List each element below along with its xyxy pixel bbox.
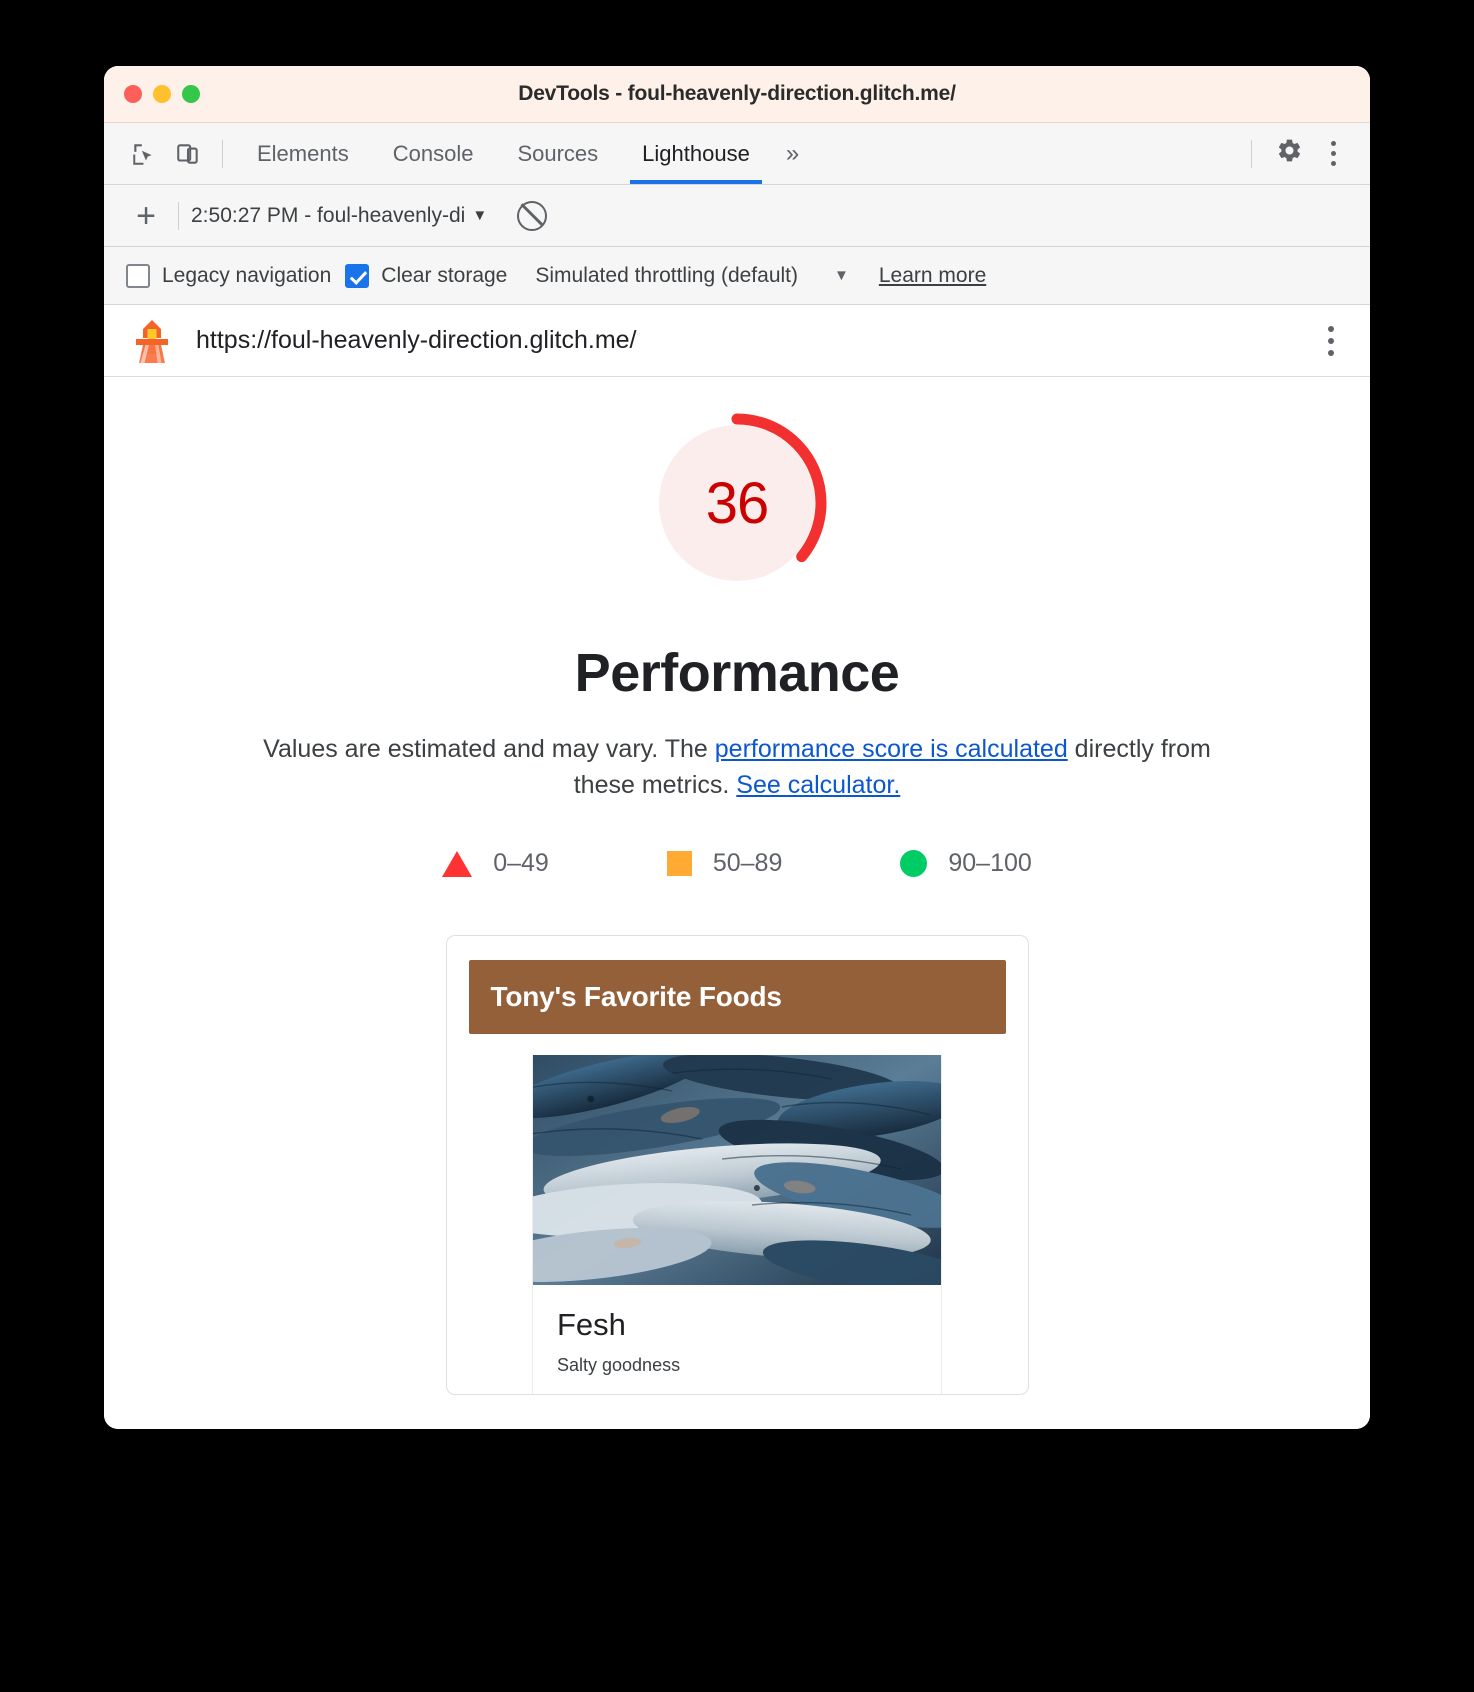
tabbar-right-divider xyxy=(1251,139,1252,168)
device-toolbar-icon[interactable] xyxy=(166,132,210,176)
learn-more-link[interactable]: Learn more xyxy=(879,264,986,288)
legacy-navigation-checkbox[interactable] xyxy=(126,263,150,288)
performance-score-calculated-link[interactable]: performance score is calculated xyxy=(715,735,1068,763)
final-screenshot-card: Tony's Favorite Foods Fesh Salty goodnes… xyxy=(445,935,1029,1395)
no-entry-icon[interactable] xyxy=(517,200,548,231)
tab-sources-label: Sources xyxy=(517,140,599,166)
food-card-body: Fesh Salty goodness xyxy=(533,1285,941,1394)
clear-storage-checkbox[interactable] xyxy=(345,263,370,288)
window-titlebar: DevTools - foul-heavenly-direction.glitc… xyxy=(104,66,1370,123)
window-title: DevTools - foul-heavenly-direction.glitc… xyxy=(518,82,956,105)
new-report-button[interactable]: + xyxy=(126,199,166,233)
legend-item-average: 50–89 xyxy=(666,849,783,878)
tabbar-divider xyxy=(222,139,223,168)
tab-sources[interactable]: Sources xyxy=(495,123,620,184)
score-value: 36 xyxy=(705,470,770,536)
score-legend: 0–49 50–89 90–100 xyxy=(104,849,1370,878)
kebab-dot xyxy=(1331,151,1336,156)
more-tabs-icon[interactable]: » xyxy=(772,140,813,168)
tab-elements-label: Elements xyxy=(257,140,349,166)
score-gauge-container: 36 xyxy=(104,377,1370,596)
legend-item-pass: 90–100 xyxy=(900,849,1032,878)
devtools-window: DevTools - foul-heavenly-direction.glitc… xyxy=(104,66,1370,1429)
report-select-dropdown[interactable]: 2:50:27 PM - foul-heavenly-di ▼ xyxy=(191,204,487,228)
tabbar-right-controls xyxy=(1239,137,1352,171)
fish-photo xyxy=(533,1055,941,1285)
legend-label-pass: 90–100 xyxy=(948,849,1032,877)
score-description: Values are estimated and may vary. The p… xyxy=(262,732,1212,803)
square-icon xyxy=(666,851,692,876)
report-select-value: 2:50:27 PM - foul-heavenly-di xyxy=(191,203,466,227)
performance-score-gauge[interactable]: 36 xyxy=(644,410,830,596)
legacy-navigation-option[interactable]: Legacy navigation xyxy=(126,263,332,288)
tab-console-label: Console xyxy=(392,140,474,166)
food-subtitle: Salty goodness xyxy=(557,1355,681,1375)
food-card: Fesh Salty goodness xyxy=(532,1055,942,1394)
food-title: Fesh xyxy=(557,1307,626,1342)
triangle-icon xyxy=(442,850,473,877)
lighthouse-run-bar: + 2:50:27 PM - foul-heavenly-di ▼ xyxy=(104,185,1370,247)
panel-tabs: Elements Console Sources Lighthouse » xyxy=(235,123,813,184)
tab-console[interactable]: Console xyxy=(371,123,496,184)
kebab-dot xyxy=(1328,337,1334,344)
legend-item-fail: 0–49 xyxy=(442,849,549,878)
legacy-navigation-label: Legacy navigation xyxy=(162,263,332,287)
see-calculator-link[interactable]: See calculator. xyxy=(736,771,900,799)
kebab-dot xyxy=(1331,141,1336,146)
runbar-divider xyxy=(178,201,179,230)
lighthouse-report-body: 36 Performance Values are estimated and … xyxy=(104,377,1370,1429)
circle-icon xyxy=(900,850,928,877)
devtools-tabbar: Elements Console Sources Lighthouse » xyxy=(104,123,1370,185)
inspect-cursor-icon[interactable] xyxy=(122,132,166,176)
clear-storage-option[interactable]: Clear storage xyxy=(345,263,508,288)
category-title: Performance xyxy=(574,643,900,703)
legend-label-average: 50–89 xyxy=(712,849,783,877)
tab-elements[interactable]: Elements xyxy=(235,123,371,184)
page-banner-title: Tony's Favorite Foods xyxy=(490,981,783,1012)
chevron-down-icon[interactable]: ▼ xyxy=(834,267,849,284)
gear-icon[interactable] xyxy=(1264,137,1315,171)
kebab-dot xyxy=(1328,325,1334,332)
report-url: https://foul-heavenly-direction.glitch.m… xyxy=(196,326,637,354)
page-banner: Tony's Favorite Foods xyxy=(468,960,1006,1034)
lighthouse-logo-icon xyxy=(130,318,174,364)
chevron-down-icon: ▼ xyxy=(472,207,488,224)
kebab-dot xyxy=(1331,161,1336,166)
report-url-bar: https://foul-heavenly-direction.glitch.m… xyxy=(104,305,1370,377)
tab-lighthouse-label: Lighthouse xyxy=(642,140,750,166)
legend-label-fail: 0–49 xyxy=(493,849,549,877)
kebab-menu-icon[interactable] xyxy=(1315,141,1352,166)
tab-lighthouse[interactable]: Lighthouse xyxy=(620,123,772,184)
throttling-select-value[interactable]: Simulated throttling (default) xyxy=(535,264,798,288)
clear-storage-label: Clear storage xyxy=(381,263,508,287)
kebab-dot xyxy=(1328,349,1334,356)
report-kebab-menu-icon[interactable] xyxy=(1328,325,1344,356)
description-text-1: Values are estimated and may vary. The xyxy=(263,735,715,763)
lighthouse-options-bar: Legacy navigation Clear storage Simulate… xyxy=(104,247,1370,305)
